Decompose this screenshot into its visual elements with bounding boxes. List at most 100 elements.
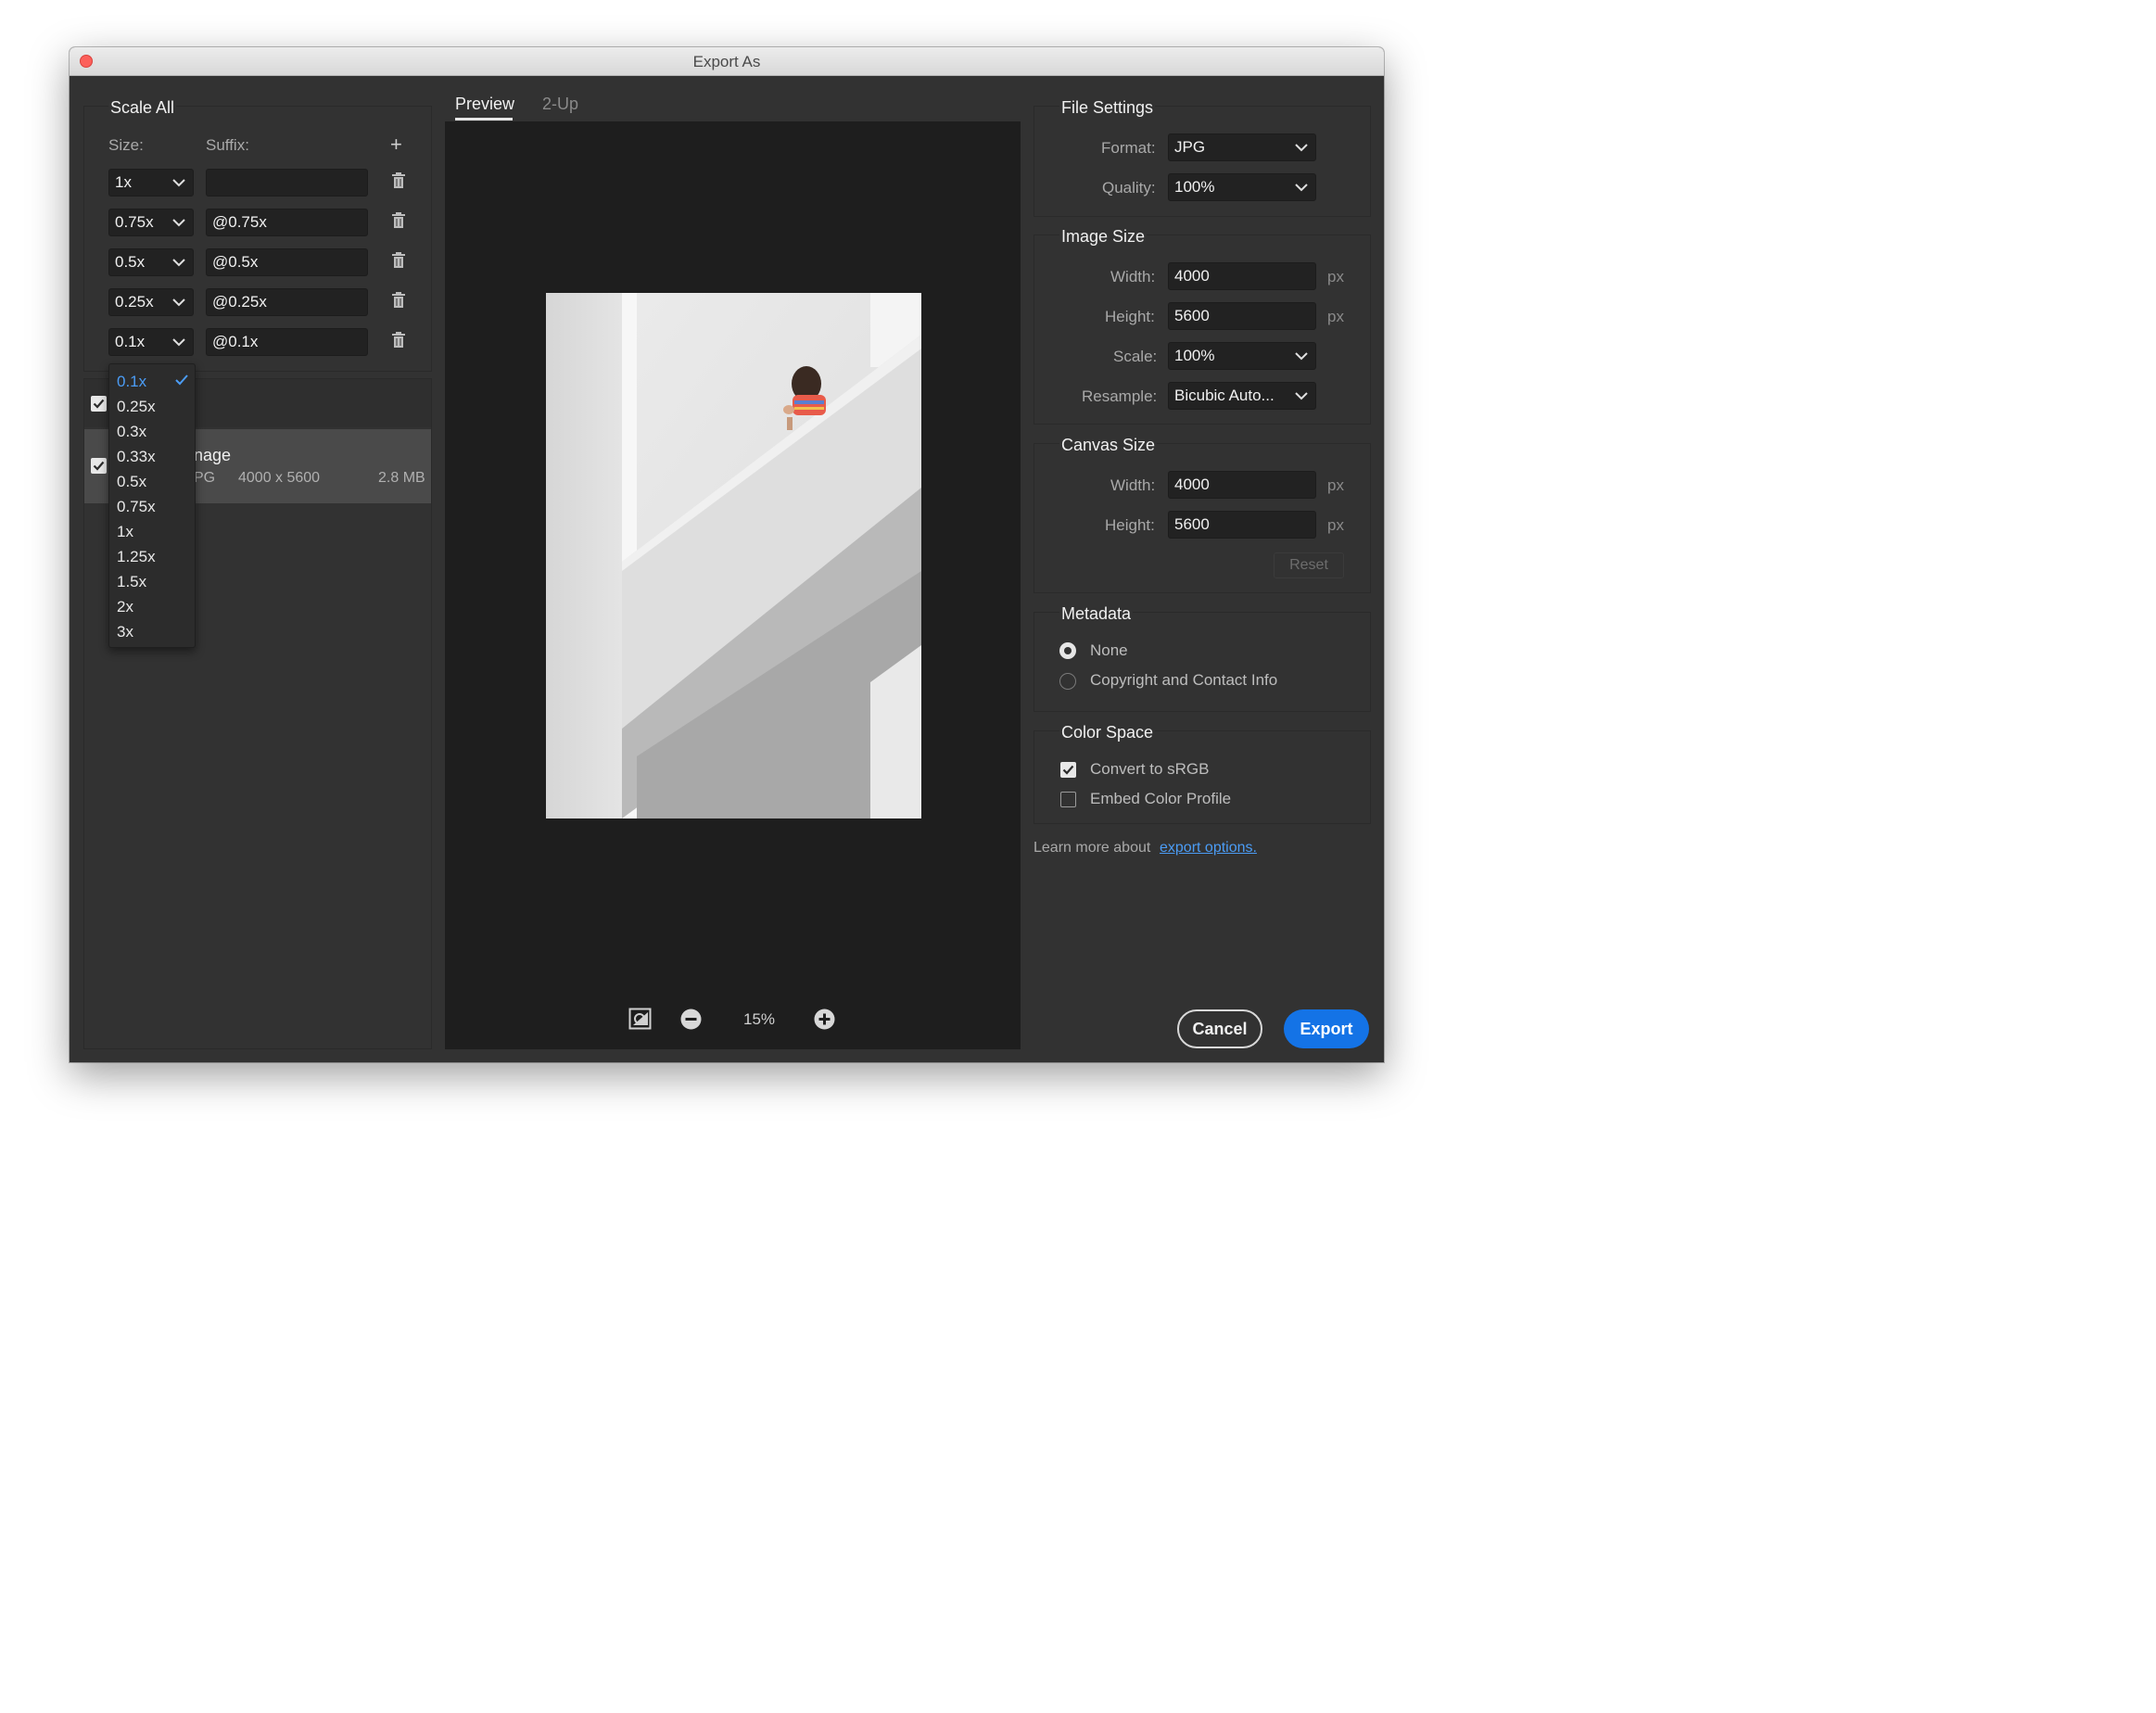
suffix-input-1[interactable] — [206, 169, 368, 197]
image-height-input[interactable]: 5600 — [1168, 302, 1316, 330]
dropdown-option[interactable]: 0.25x — [117, 398, 156, 416]
metadata-copyright-label[interactable]: Copyright and Contact Info — [1090, 671, 1277, 690]
group-checkbox[interactable] — [91, 396, 107, 412]
size-select-2[interactable]: 0.75x — [108, 209, 194, 236]
canvas-height-unit: px — [1327, 516, 1344, 534]
embed-profile-checkbox[interactable] — [1060, 792, 1076, 807]
file-settings-title: File Settings — [1059, 98, 1156, 118]
trash-icon[interactable] — [391, 212, 406, 229]
tab-preview[interactable]: Preview — [455, 95, 514, 114]
active-tab-indicator — [455, 118, 513, 121]
chevron-down-icon — [172, 298, 185, 307]
size-value: 0.5x — [115, 253, 146, 271]
chevron-down-icon — [1295, 352, 1308, 361]
suffix-input-2[interactable]: @0.75x — [206, 209, 368, 236]
learn-more-text: Learn more about — [1034, 840, 1151, 856]
dropdown-option[interactable]: 2x — [117, 598, 133, 616]
resample-select[interactable]: Bicubic Auto... — [1168, 382, 1316, 410]
suffix-column-label: Suffix: — [206, 136, 249, 154]
chevron-down-icon — [172, 259, 185, 267]
tab-2-up[interactable]: 2-Up — [542, 95, 578, 114]
canvas-size-title: Canvas Size — [1059, 436, 1158, 455]
canvas-width-label: Width: — [1110, 476, 1156, 494]
scale-dropdown-menu: 0.1x 0.25x 0.3x 0.33x 0.5x 0.75x 1x 1.25… — [108, 363, 196, 648]
export-button[interactable]: Export — [1284, 1009, 1369, 1048]
image-size-title: Image Size — [1059, 227, 1148, 247]
dropdown-option[interactable]: 1.25x — [117, 548, 156, 566]
size-value: 0.25x — [115, 293, 154, 311]
add-scale-icon[interactable]: + — [390, 133, 402, 157]
size-value: 0.75x — [115, 213, 154, 231]
resample-label: Resample: — [1082, 387, 1158, 405]
canvas-height-label: Height: — [1105, 516, 1155, 534]
size-select-3[interactable]: 0.5x — [108, 248, 194, 276]
dropdown-option[interactable]: 0.33x — [117, 448, 156, 466]
metadata-panel — [1034, 612, 1371, 712]
dropdown-option[interactable]: 0.3x — [117, 423, 146, 441]
trash-icon[interactable] — [391, 172, 406, 189]
scale-label: Scale: — [1113, 348, 1158, 365]
convert-srgb-checkbox[interactable] — [1060, 762, 1076, 778]
zoom-out-icon[interactable] — [680, 1009, 702, 1030]
image-width-unit: px — [1327, 268, 1344, 286]
chevron-down-icon — [1295, 392, 1308, 400]
metadata-none-label[interactable]: None — [1090, 641, 1128, 660]
metadata-copyright-radio[interactable] — [1059, 673, 1076, 690]
dropdown-option[interactable]: 1x — [117, 523, 133, 541]
chevron-down-icon — [172, 179, 185, 187]
zoom-in-icon[interactable] — [814, 1009, 835, 1030]
convert-srgb-label[interactable]: Convert to sRGB — [1090, 760, 1210, 779]
format-value: JPG — [1174, 138, 1206, 156]
metadata-title: Metadata — [1059, 604, 1134, 624]
zoom-level: 15% — [743, 1010, 776, 1028]
title-bar: Export As — [70, 47, 1384, 76]
checkmark-icon — [93, 461, 105, 471]
export-options-link[interactable]: export options. — [1160, 840, 1257, 856]
asset-dimensions: 4000 x 5600 — [238, 470, 321, 486]
canvas-width-unit: px — [1327, 476, 1344, 494]
radio-dot — [1064, 647, 1072, 654]
reset-button[interactable]: Reset — [1274, 552, 1344, 578]
window-title: Export As — [692, 53, 761, 70]
cancel-button[interactable]: Cancel — [1177, 1009, 1262, 1048]
dropdown-option[interactable]: 3x — [117, 623, 133, 641]
quality-label: Quality: — [1102, 179, 1156, 197]
chevron-down-icon — [172, 338, 185, 347]
trash-icon[interactable] — [391, 292, 406, 309]
size-select-5[interactable]: 0.1x — [108, 328, 194, 356]
trash-icon[interactable] — [391, 252, 406, 269]
size-select-1[interactable]: 1x — [108, 169, 194, 197]
dropdown-option[interactable]: 0.75x — [117, 498, 156, 516]
size-value: 1x — [115, 173, 132, 191]
suffix-input-4[interactable]: @0.25x — [206, 288, 368, 316]
color-space-title: Color Space — [1059, 723, 1156, 742]
asset-file-size: 2.8 MB — [378, 470, 425, 486]
dropdown-option[interactable]: 0.5x — [117, 473, 146, 491]
metadata-none-radio[interactable] — [1059, 642, 1076, 659]
image-width-input[interactable]: 4000 — [1168, 262, 1316, 290]
chevron-down-icon — [1295, 144, 1308, 152]
chevron-down-icon — [172, 219, 185, 227]
suffix-input-3[interactable]: @0.5x — [206, 248, 368, 276]
quality-value: 100% — [1174, 178, 1215, 196]
embed-profile-label[interactable]: Embed Color Profile — [1090, 790, 1231, 808]
scale-value: 100% — [1174, 347, 1215, 364]
checkmark-icon — [93, 399, 105, 409]
size-select-4[interactable]: 0.25x — [108, 288, 194, 316]
image-height-label: Height: — [1105, 308, 1155, 325]
image-height-unit: px — [1327, 308, 1344, 325]
trash-icon[interactable] — [391, 332, 406, 349]
asset-checkbox[interactable] — [91, 458, 107, 474]
canvas-height-input[interactable]: 5600 — [1168, 511, 1316, 539]
size-value: 0.1x — [115, 333, 146, 350]
dropdown-option[interactable]: 1.5x — [117, 573, 146, 591]
format-select[interactable]: JPG — [1168, 133, 1316, 161]
quality-select[interactable]: 100% — [1168, 173, 1316, 201]
checkmark-icon — [1062, 765, 1074, 775]
suffix-input-5[interactable]: @0.1x — [206, 328, 368, 356]
canvas-width-input[interactable]: 4000 — [1168, 471, 1316, 499]
scale-select[interactable]: 100% — [1168, 342, 1316, 370]
toggle-color-preview-icon[interactable] — [628, 1008, 652, 1030]
asset-format: PG — [194, 470, 216, 486]
dropdown-option[interactable]: 0.1x — [117, 373, 146, 391]
